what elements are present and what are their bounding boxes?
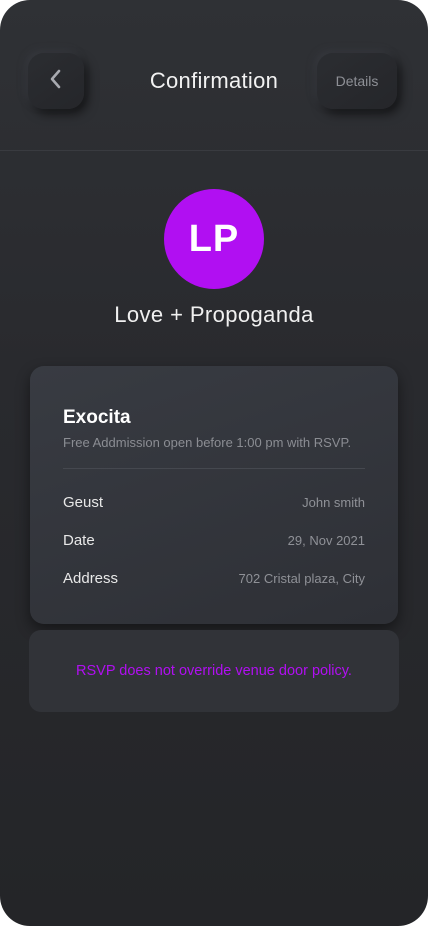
event-name: Exocita (63, 407, 131, 428)
guest-value: John smith (302, 495, 365, 510)
event-subtitle: Free Addmission open before 1:00 pm with… (63, 435, 352, 450)
artist-name: Love + Propoganda (114, 302, 314, 327)
event-card: Exocita Free Addmission open before 1:00… (30, 366, 398, 624)
date-value: 29, Nov 2021 (287, 533, 365, 548)
address-value: 702 Cristal plaza, City (238, 571, 365, 586)
address-label: Address (63, 570, 119, 587)
details-button[interactable]: Details (317, 53, 397, 109)
header: Confirmation Details (0, 0, 428, 151)
guest-row: Geust John smith (63, 494, 365, 514)
date-label: Date (63, 532, 95, 549)
policy-notice-text: RSVP does not override venue door policy… (76, 663, 352, 679)
avatar: LP (164, 189, 264, 289)
date-row: Date 29, Nov 2021 (63, 532, 365, 552)
address-row: Address 702 Cristal plaza, City (63, 570, 365, 590)
divider (63, 468, 365, 469)
guest-label: Geust (63, 494, 104, 511)
details-button-label: Details (335, 73, 379, 89)
policy-notice: RSVP does not override venue door policy… (29, 630, 399, 712)
confirmation-screen: Confirmation Details LP Love + Propogand… (0, 0, 428, 926)
